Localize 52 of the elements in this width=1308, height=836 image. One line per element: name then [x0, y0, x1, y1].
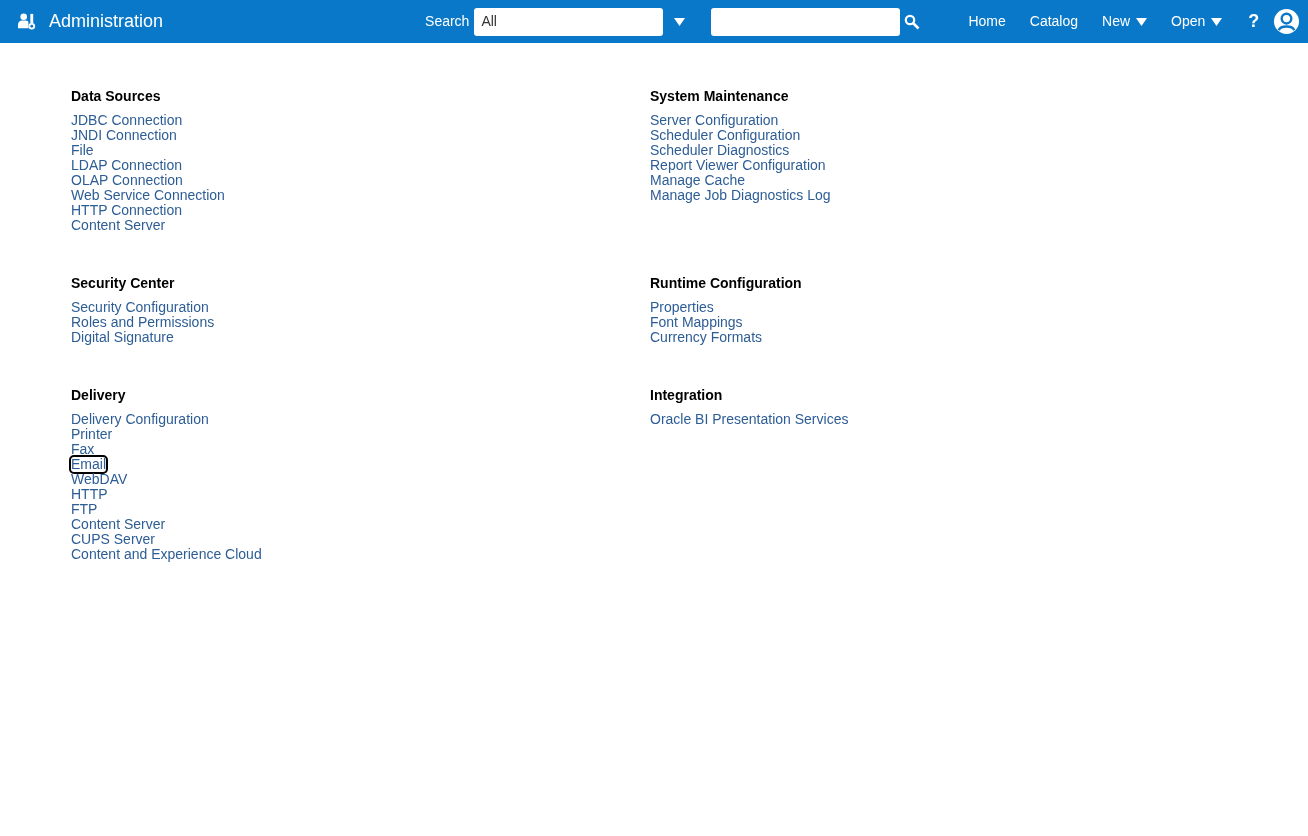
nav-link[interactable]: Catalog: [1029, 11, 1079, 32]
admin-link[interactable]: Server Configuration: [650, 113, 779, 128]
admin-link[interactable]: Currency Formats: [650, 330, 763, 345]
admin-link[interactable]: Content Server: [71, 218, 166, 233]
admin-link[interactable]: LDAP Connection: [71, 158, 183, 173]
user-avatar-icon[interactable]: [1273, 8, 1301, 35]
caret-icon: [1136, 17, 1148, 26]
admin-link[interactable]: WebDAV: [71, 472, 128, 487]
admin-link[interactable]: HTTP: [71, 487, 108, 502]
admin-link[interactable]: Manage Cache: [650, 173, 745, 188]
admin-link[interactable]: Security Configuration: [71, 300, 209, 315]
dropdown-caret-icon[interactable]: [674, 17, 686, 26]
admin-link[interactable]: Digital Signature: [71, 330, 174, 345]
admin-link[interactable]: HTTP Connection: [71, 203, 182, 218]
admin-link[interactable]: JDBC Connection: [71, 113, 183, 128]
section-heading: Runtime Configuration: [650, 275, 802, 291]
menu-button[interactable]: Open: [1171, 11, 1223, 32]
section-heading: Delivery: [71, 387, 126, 403]
admin-link[interactable]: Web Service Connection: [71, 188, 225, 203]
admin-link[interactable]: Email: [71, 457, 106, 472]
admin-link[interactable]: Roles and Permissions: [71, 315, 215, 330]
section-heading: Security Center: [71, 275, 175, 291]
search-label: Search: [425, 12, 470, 31]
admin-link[interactable]: OLAP Connection: [71, 173, 183, 188]
section-heading: System Maintenance: [650, 88, 789, 104]
admin-link[interactable]: Font Mappings: [650, 315, 743, 330]
admin-link[interactable]: Printer: [71, 427, 113, 442]
nav-link[interactable]: Home: [968, 11, 1006, 32]
page-title: Administration: [49, 10, 164, 33]
section-heading: Integration: [650, 387, 723, 403]
admin-link[interactable]: JNDI Connection: [71, 128, 177, 143]
search-scope-field[interactable]: All: [474, 7, 664, 36]
admin-link[interactable]: File: [71, 143, 94, 158]
admin-link[interactable]: Properties: [650, 300, 714, 315]
section-heading: Data Sources: [71, 88, 161, 104]
caret-icon: [1211, 17, 1223, 26]
admin-user-icon: [18, 12, 37, 31]
menu-button[interactable]: New: [1102, 11, 1148, 32]
admin-link[interactable]: CUPS Server: [71, 532, 156, 547]
admin-link[interactable]: Scheduler Configuration: [650, 128, 801, 143]
admin-link[interactable]: Report Viewer Configuration: [650, 158, 826, 173]
admin-link[interactable]: Delivery Configuration: [71, 412, 209, 427]
admin-link[interactable]: Scheduler Diagnostics: [650, 143, 790, 158]
admin-link[interactable]: Content Server: [71, 517, 166, 532]
admin-link[interactable]: Manage Job Diagnostics Log: [650, 188, 831, 203]
help-button[interactable]: ?: [1248, 8, 1260, 35]
admin-link[interactable]: Oracle BI Presentation Services: [650, 412, 849, 427]
search-icon[interactable]: [904, 13, 921, 30]
admin-link[interactable]: FTP: [71, 502, 98, 517]
admin-link[interactable]: Content and Experience Cloud: [71, 547, 262, 562]
admin-link[interactable]: Fax: [71, 442, 95, 457]
search-input[interactable]: [711, 7, 901, 36]
